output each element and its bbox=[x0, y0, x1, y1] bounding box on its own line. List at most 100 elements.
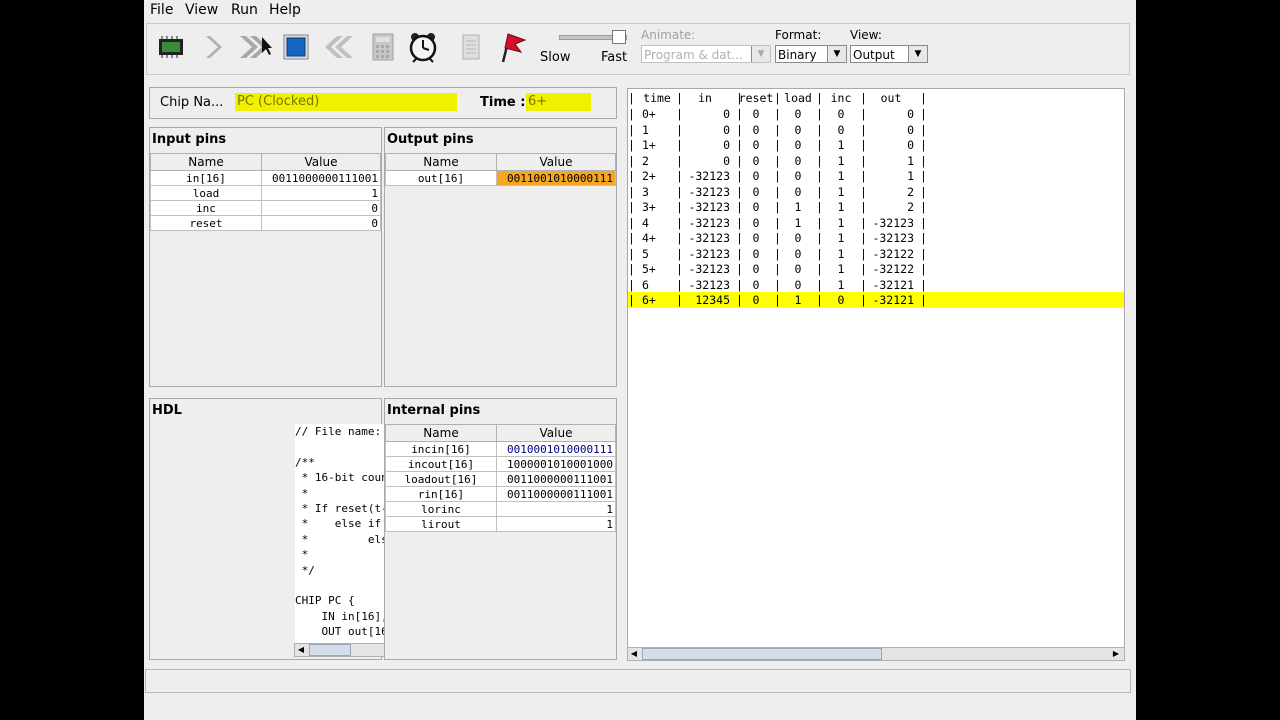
view-value: Output bbox=[853, 48, 895, 62]
table-row[interactable]: out[16] 0011001010000111 bbox=[385, 170, 616, 186]
column-separator: | bbox=[860, 122, 867, 137]
output-cell: 1 bbox=[907, 169, 914, 183]
internal-pins-panel: Internal pins Name Value incin[16] 0010001… bbox=[384, 398, 617, 660]
single-step-button[interactable] bbox=[195, 28, 231, 66]
column-separator: | bbox=[920, 215, 927, 230]
column-header[interactable]: Name bbox=[385, 424, 497, 442]
breakpoint-button[interactable] bbox=[493, 28, 529, 66]
table-row[interactable]: loadout[16] 0011000000111001 bbox=[385, 471, 616, 487]
animate-select[interactable]: Program & dat... ▼ bbox=[641, 45, 771, 63]
output-row[interactable]: | | | | | | | 2+ -32123 0 0 1 1 bbox=[628, 168, 1124, 184]
column-separator: | bbox=[628, 122, 635, 137]
output-header-row: | | | | | | | time in reset load inc out bbox=[628, 90, 1124, 106]
time-field: 6+ bbox=[526, 93, 591, 111]
menu-run[interactable]: Run bbox=[231, 2, 258, 18]
fast-forward-icon bbox=[240, 36, 272, 58]
menu-help[interactable]: Help bbox=[269, 2, 301, 18]
pin-value[interactable]: 1 bbox=[261, 185, 381, 201]
output-row[interactable]: | | | | | | | 1+ 0 0 0 1 0 bbox=[628, 137, 1124, 153]
table-row[interactable]: incout[16] 1000001010001000 bbox=[385, 456, 616, 472]
output-cell: -32123 bbox=[872, 215, 914, 230]
column-header[interactable]: Name bbox=[150, 153, 262, 171]
calculator-button[interactable] bbox=[365, 28, 401, 66]
fast-forward-button[interactable] bbox=[237, 28, 273, 66]
output-cell: 1 bbox=[837, 153, 845, 168]
output-cell: 0 bbox=[837, 107, 845, 121]
script-button[interactable] bbox=[453, 28, 489, 66]
table-row[interactable]: lorinc 1 bbox=[385, 501, 616, 517]
column-header: load bbox=[784, 91, 812, 105]
column-header[interactable]: Value bbox=[261, 153, 381, 171]
output-cell: 1 bbox=[837, 246, 845, 261]
menu-view[interactable]: View bbox=[185, 2, 218, 18]
output-hscroll-thumb[interactable] bbox=[642, 648, 882, 660]
output-cell: 0 bbox=[752, 293, 760, 307]
column-separator: | bbox=[628, 231, 635, 245]
scroll-right-icon[interactable]: ▶ bbox=[1110, 648, 1122, 660]
output-row[interactable]: | | | | | | | 5 -32123 0 0 1 -32122 bbox=[628, 246, 1124, 262]
output-cell: 2 bbox=[907, 184, 914, 199]
output-cell: 0 bbox=[907, 122, 914, 137]
column-header[interactable]: Value bbox=[496, 424, 616, 442]
output-row[interactable]: | | | | | | | 5+ -32123 0 0 1 -32122 bbox=[628, 261, 1124, 277]
output-cell: 1 bbox=[837, 200, 845, 214]
column-separator: | bbox=[628, 293, 635, 307]
scroll-left-icon[interactable]: ◀ bbox=[628, 648, 640, 660]
status-bar bbox=[145, 669, 1131, 693]
output-row[interactable]: | | | | | | | 6+ 12345 0 1 0 -32121 bbox=[628, 292, 1124, 308]
format-select[interactable]: Binary ▼ bbox=[775, 45, 847, 63]
menu-file[interactable]: File bbox=[150, 2, 173, 18]
table-row[interactable]: rin[16] 0011000000111001 bbox=[385, 486, 616, 502]
pin-value[interactable]: 0 bbox=[261, 200, 381, 216]
column-separator: | bbox=[860, 184, 867, 199]
output-cell: 2+ bbox=[642, 169, 656, 183]
table-row[interactable]: in[16] 0011000000111001 bbox=[150, 170, 381, 186]
output-row[interactable]: | | | | | | | 1 0 0 0 0 0 bbox=[628, 122, 1124, 138]
output-row[interactable]: | | | | | | | 3 -32123 0 0 1 2 bbox=[628, 184, 1124, 200]
output-cell: 1 bbox=[837, 215, 845, 230]
view-select[interactable]: Output ▼ bbox=[850, 45, 928, 63]
scroll-left-icon[interactable]: ◀ bbox=[295, 644, 307, 656]
column-header[interactable]: Value bbox=[496, 153, 616, 171]
output-cell: 1 bbox=[794, 215, 802, 230]
output-horizontal-scrollbar[interactable]: ◀ ▶ bbox=[627, 647, 1125, 661]
output-row[interactable]: | | | | | | | 4+ -32123 0 0 1 -32123 bbox=[628, 230, 1124, 246]
pin-name: out[16] bbox=[385, 170, 497, 186]
slider-thumb[interactable] bbox=[612, 30, 627, 44]
rewind-button[interactable] bbox=[319, 28, 355, 66]
table-row[interactable]: load 1 bbox=[150, 185, 381, 201]
pin-name: lirout bbox=[385, 516, 497, 532]
table-row[interactable]: lirout 1 bbox=[385, 516, 616, 532]
output-row[interactable]: | | | | | | | 3+ -32123 0 1 1 2 bbox=[628, 199, 1124, 215]
clock-button[interactable] bbox=[405, 28, 441, 66]
output-table-view[interactable]: | | | | | | | time in reset load inc out | | | | | | | 0+ 0 0 0… bbox=[627, 88, 1125, 648]
pin-name: reset bbox=[150, 215, 262, 231]
pin-value: 0011001010000111 bbox=[496, 170, 616, 186]
table-row[interactable]: incin[16] 0010001010000111 bbox=[385, 441, 616, 457]
column-separator: | bbox=[860, 293, 867, 307]
hdl-hscroll-thumb[interactable] bbox=[309, 644, 351, 656]
output-cell: 3 bbox=[642, 184, 649, 199]
column-header: in bbox=[698, 91, 712, 105]
output-row[interactable]: | | | | | | | 6 -32123 0 0 1 -32121 bbox=[628, 277, 1124, 293]
output-row[interactable]: | | | | | | | 2 0 0 0 1 1 bbox=[628, 153, 1124, 169]
column-header[interactable]: Name bbox=[385, 153, 497, 171]
pin-value[interactable]: 0011000000111001 bbox=[261, 170, 381, 186]
output-row[interactable]: | | | | | | | 0+ 0 0 0 0 0 bbox=[628, 106, 1124, 122]
chip-name-field: PC (Clocked) bbox=[235, 93, 457, 111]
speed-slider[interactable] bbox=[557, 30, 627, 44]
chip-load-button[interactable] bbox=[153, 28, 189, 66]
output-cell: 1 bbox=[794, 200, 802, 214]
table-row[interactable]: inc 0 bbox=[150, 200, 381, 216]
input-pins-title: Input pins bbox=[152, 132, 227, 147]
table-row[interactable]: reset 0 bbox=[150, 215, 381, 231]
output-cell: 0 bbox=[907, 138, 914, 152]
pin-value[interactable]: 0 bbox=[261, 215, 381, 231]
output-row[interactable]: | | | | | | | 4 -32123 0 1 1 -32123 bbox=[628, 215, 1124, 231]
output-cell: 0 bbox=[837, 293, 845, 307]
output-cell: 0 bbox=[752, 262, 760, 276]
column-separator: | bbox=[920, 153, 927, 168]
pin-name: incout[16] bbox=[385, 456, 497, 472]
stop-button[interactable] bbox=[278, 28, 314, 66]
column-separator: | bbox=[920, 231, 927, 245]
